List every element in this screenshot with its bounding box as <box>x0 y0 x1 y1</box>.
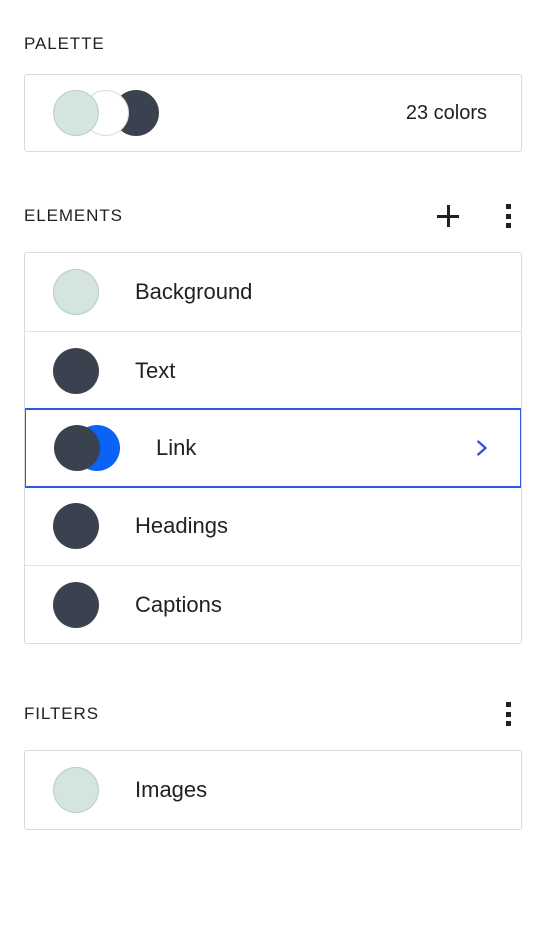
spacer-palette <box>0 54 546 74</box>
spacer-section-1 <box>0 152 546 202</box>
element-swatch-background <box>53 269 99 315</box>
filter-swatch-images <box>53 767 99 813</box>
elements-list: Background Text Link Headings Captions <box>24 252 522 644</box>
palette-swatch-stack <box>53 90 159 136</box>
elements-overflow-menu-button[interactable] <box>494 202 522 230</box>
element-row-text[interactable]: Text <box>25 331 521 409</box>
palette-card[interactable]: 23 colors <box>24 74 522 152</box>
swatch-circle-front <box>53 269 99 315</box>
filters-header-actions <box>494 700 522 728</box>
filter-label: Images <box>135 777 208 802</box>
element-swatch-captions <box>53 581 99 628</box>
kebab-menu-icon <box>505 204 511 228</box>
element-row-captions[interactable]: Captions <box>25 565 521 643</box>
kebab-menu-icon <box>505 702 511 726</box>
filter-row-images[interactable]: Images <box>25 751 521 829</box>
elements-section-title: ELEMENTS <box>24 206 123 225</box>
element-label: Text <box>135 357 176 383</box>
filters-section-header: FILTERS <box>0 700 546 728</box>
theme-editor-panel: PALETTE 23 colors ELEMENTS Background Te… <box>0 0 546 940</box>
element-label: Headings <box>135 513 228 538</box>
swatch-circle-front <box>53 767 99 813</box>
add-element-button[interactable] <box>434 202 462 230</box>
element-label: Link <box>156 435 197 460</box>
element-row-link[interactable]: Link <box>25 408 521 488</box>
palette-color-count: 23 colors <box>405 102 487 124</box>
element-label: Captions <box>135 591 222 617</box>
spacer-elements <box>0 230 546 252</box>
plus-icon <box>437 205 459 227</box>
element-swatch-headings <box>53 503 99 549</box>
swatch-circle-front <box>53 503 99 549</box>
element-label: Background <box>135 279 253 304</box>
spacer-filters <box>0 728 546 750</box>
element-swatch-link <box>54 425 120 471</box>
chevron-right-icon[interactable] <box>470 437 492 459</box>
element-row-headings[interactable]: Headings <box>25 487 521 565</box>
element-swatch-text <box>53 347 99 394</box>
filters-list: Images <box>24 750 522 830</box>
swatch-circle-front <box>54 425 100 471</box>
spacer-section-2 <box>0 644 546 700</box>
filters-section-title: FILTERS <box>24 704 99 723</box>
elements-header-actions <box>434 202 522 230</box>
element-row-background[interactable]: Background <box>25 253 521 331</box>
palette-section-title: PALETTE <box>24 34 105 53</box>
elements-section-header: ELEMENTS <box>0 202 546 230</box>
spacer-top <box>0 0 546 34</box>
filters-overflow-menu-button[interactable] <box>494 700 522 728</box>
swatch-mint <box>53 90 99 136</box>
swatch-circle-front <box>53 581 99 628</box>
palette-section-header: PALETTE <box>0 34 546 54</box>
swatch-circle-front <box>53 347 99 394</box>
